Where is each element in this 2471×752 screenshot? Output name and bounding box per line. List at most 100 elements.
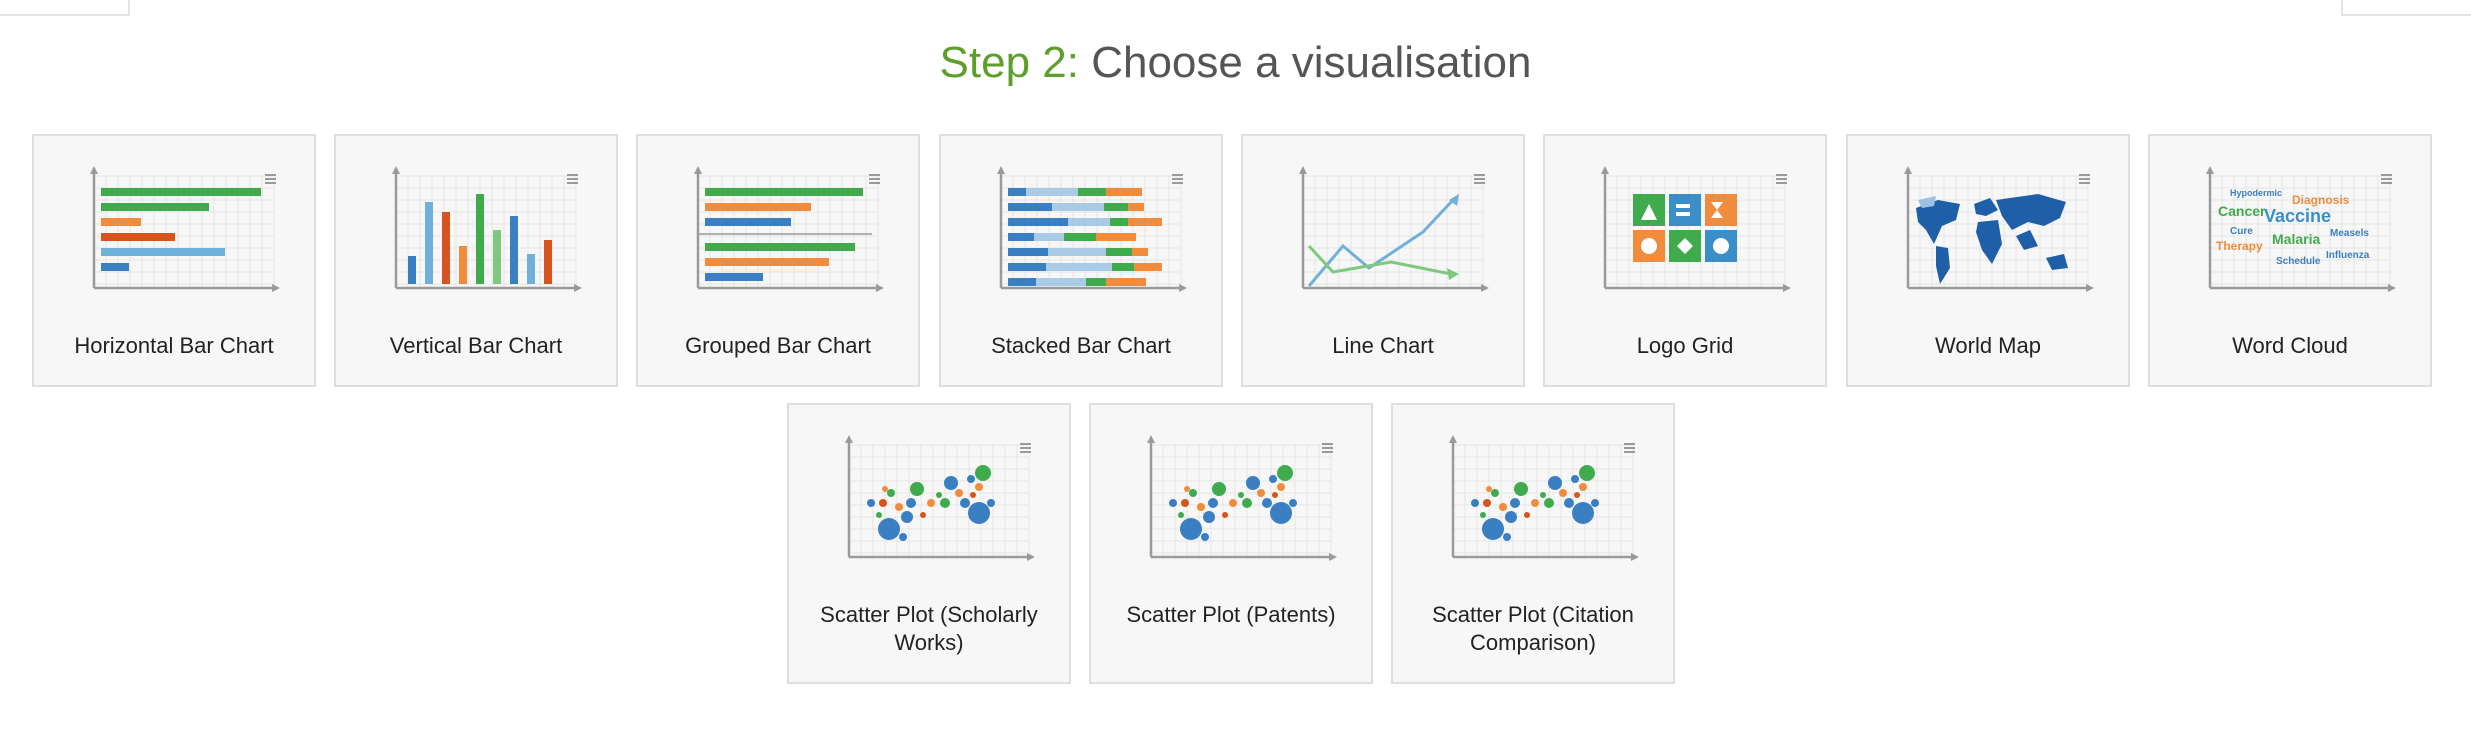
axis-arrow (2086, 284, 2094, 292)
scatter-point (906, 498, 916, 508)
scatter-point (1189, 489, 1197, 497)
axis-arrow (574, 284, 582, 292)
chart-bar-segment (1008, 278, 1036, 286)
gear-shape (1713, 238, 1729, 254)
chart-bar-segment (1128, 203, 1144, 211)
chart-bar (705, 218, 791, 226)
chart-bar (510, 216, 518, 284)
scatter-point (936, 492, 942, 498)
axis-arrow (1631, 553, 1639, 561)
chart-bar-segment (1134, 263, 1162, 271)
chart-bar-segment (1068, 218, 1110, 226)
chart-bar (101, 218, 141, 226)
card-world-map[interactable]: World Map (1846, 134, 2130, 387)
scatter-point (899, 533, 907, 541)
grouped-bar-chart-icon (694, 166, 884, 292)
chart-bar-segment (1008, 248, 1048, 256)
menu-icon (1474, 182, 1485, 184)
chart-bar (101, 248, 225, 256)
logo-tile (1705, 194, 1737, 226)
chart-bar-segment (1106, 248, 1132, 256)
scatter-point (968, 502, 990, 524)
scatter-point (1510, 498, 1520, 508)
chart-bar-segment (1078, 188, 1106, 196)
axis-arrow (1299, 166, 1307, 174)
scatter-point (1169, 499, 1177, 507)
chart-bar (705, 273, 763, 281)
scatter-point (910, 482, 924, 496)
scatter-point (1184, 486, 1190, 492)
card-horizontal-bar-chart[interactable]: Horizontal Bar Chart (32, 134, 316, 387)
card-stacked-bar-chart[interactable]: Stacked Bar Chart (939, 134, 1223, 387)
axis-arrow (1027, 553, 1035, 561)
bar-shape (1676, 212, 1690, 216)
card-line-chart[interactable]: Line Chart (1241, 134, 1525, 387)
card-scatter-plot-citation-comparison[interactable]: Scatter Plot (Citation Comparison) (1391, 403, 1675, 684)
scatter-point (1180, 518, 1202, 540)
scatter-point (967, 475, 975, 483)
series-line (1307, 198, 1455, 287)
chart-bar (527, 254, 535, 284)
scatter-point (1201, 533, 1209, 541)
card-logo-grid[interactable]: Logo Grid (1543, 134, 1827, 387)
scatter-point (1238, 492, 1244, 498)
word-cloud-term: Measels (2330, 228, 2369, 239)
word-cloud-term: Diagnosis (2292, 193, 2350, 207)
logo-grid-icon (1601, 166, 1791, 292)
scatter-point (1471, 499, 1479, 507)
circle-shape (1641, 238, 1657, 254)
scatter-point (882, 486, 888, 492)
chart-bar-segment (1052, 203, 1104, 211)
menu-icon (1624, 451, 1635, 453)
menu-icon (1776, 178, 1787, 180)
scatter-point (1548, 476, 1562, 490)
chart-bar-segment (1128, 218, 1162, 226)
scatter-point (1277, 465, 1293, 481)
step-title: Choose a visualisation (1091, 38, 1532, 87)
chart-bar (442, 212, 450, 284)
axis-arrow (845, 435, 853, 443)
chart-bar (493, 230, 501, 284)
scatter-point (1482, 518, 1504, 540)
chart-bar-segment (1112, 263, 1134, 271)
scatter-point (1544, 498, 1554, 508)
chart-bar (476, 194, 484, 284)
chart-bar (705, 188, 863, 196)
scatter-point (1277, 483, 1285, 491)
axis-arrow (2206, 166, 2214, 174)
menu-icon (869, 174, 880, 176)
chart-bar-segment (1036, 278, 1086, 286)
chart-bar-segment (1008, 188, 1026, 196)
bar-shape (1676, 204, 1690, 208)
card-scatter-plot-patents[interactable]: Scatter Plot (Patents) (1089, 403, 1373, 684)
scatter-point (1208, 498, 1218, 508)
card-grouped-bar-chart[interactable]: Grouped Bar Chart (636, 134, 920, 387)
menu-icon (1172, 182, 1183, 184)
axis-arrow (2388, 284, 2396, 292)
page-title: Step 2: Choose a visualisation (0, 38, 2471, 88)
scatter-point (955, 489, 963, 497)
chart-bar-segment (1110, 218, 1128, 226)
axis-arrow (694, 166, 702, 174)
chart-bar-segment (1132, 248, 1148, 256)
menu-icon (2381, 182, 2392, 184)
menu-icon (2079, 178, 2090, 180)
scatter-point (1257, 489, 1265, 497)
scatter-point (940, 498, 950, 508)
scatter-point (1503, 533, 1511, 541)
card-label: Scatter Plot (Patents) (1126, 602, 1336, 627)
scatter-point (1270, 502, 1292, 524)
scatter-point (927, 499, 935, 507)
card-scatter-plot-scholarly-works[interactable]: Scatter Plot (Scholarly Works) (787, 403, 1071, 684)
card-label: Word Cloud (2232, 333, 2348, 358)
scatter-point (867, 499, 875, 507)
chart-bar (101, 188, 261, 196)
menu-icon (2079, 174, 2090, 176)
chart-bar-segment (1008, 263, 1046, 271)
menu-icon (567, 174, 578, 176)
card-label: Horizontal Bar Chart (74, 333, 274, 358)
vertical-bar-chart-icon (392, 166, 582, 292)
card-vertical-bar-chart[interactable]: Vertical Bar Chart (334, 134, 618, 387)
scatter-point (895, 503, 903, 511)
card-word-cloud[interactable]: Hypodermic Diagnosis Cancer Vaccine Cure Meas… (2148, 134, 2432, 387)
